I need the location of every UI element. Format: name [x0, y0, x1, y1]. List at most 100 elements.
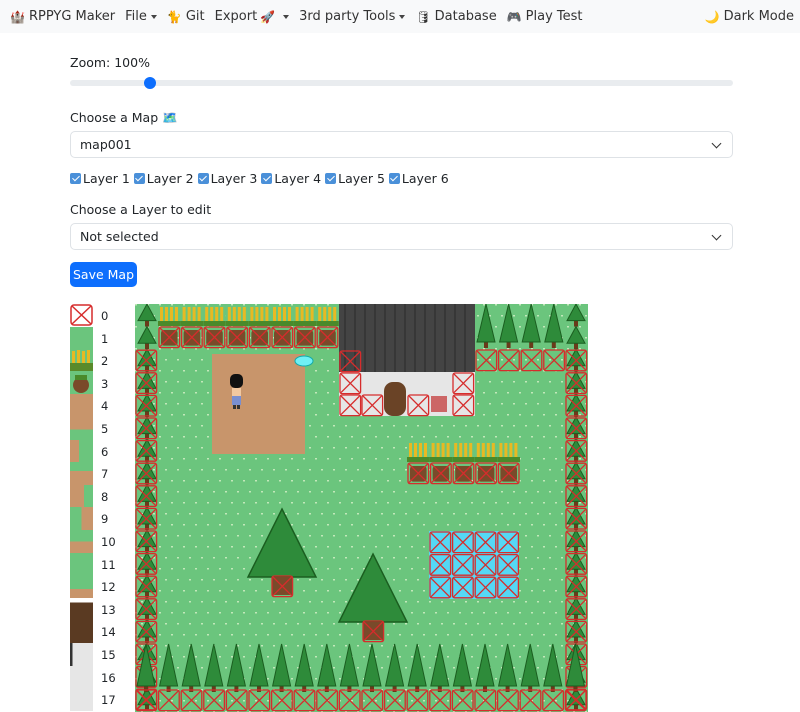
- git-link[interactable]: 🐈 Git: [167, 9, 205, 24]
- checkbox-icon[interactable]: [133, 173, 145, 184]
- crop: [509, 443, 513, 457]
- layer-select[interactable]: Not selected: [70, 223, 733, 250]
- palette-tile-9[interactable]: 9: [70, 507, 115, 530]
- crop: [464, 443, 468, 457]
- chevron-down-icon: [711, 138, 722, 149]
- layer-2-toggle[interactable]: Layer 2: [133, 171, 194, 186]
- palette-tile-16[interactable]: 16: [70, 665, 116, 689]
- tree: [137, 325, 157, 344]
- palette-tile-4[interactable]: 4: [70, 394, 115, 417]
- dark-mode-label: Dark Mode: [723, 9, 794, 24]
- palette-index: 2: [101, 354, 109, 369]
- tree: [137, 528, 157, 548]
- palette-tile-0[interactable]: 0: [70, 304, 115, 327]
- palette-tile-7[interactable]: 7: [70, 462, 115, 485]
- layer-select-label: Choose a Layer to edit: [70, 202, 212, 217]
- tile-swatch[interactable]: [70, 462, 93, 485]
- checkbox-icon[interactable]: [325, 173, 337, 184]
- layer-4-toggle[interactable]: Layer 4: [261, 171, 321, 186]
- palette-tile-13[interactable]: 13: [70, 597, 116, 621]
- tile-swatch[interactable]: [70, 665, 93, 689]
- palette-tile-5[interactable]: 5: [70, 416, 115, 440]
- file-menu-label: File: [125, 9, 147, 24]
- palette-tile-11[interactable]: 11: [70, 552, 116, 576]
- tile-swatch[interactable]: [70, 394, 93, 417]
- database-link[interactable]: 🛢 Database: [415, 9, 496, 24]
- tree: [544, 304, 564, 343]
- map-tiles[interactable]: [135, 304, 588, 712]
- checkbox-icon[interactable]: [261, 173, 273, 184]
- tile-swatch[interactable]: [70, 349, 93, 372]
- checkbox-icon[interactable]: [197, 173, 209, 184]
- tree: [566, 393, 586, 412]
- export-menu[interactable]: Export 🚀: [215, 9, 290, 24]
- tile-swatch[interactable]: [70, 575, 93, 598]
- crop: [328, 307, 332, 321]
- file-menu[interactable]: File: [125, 9, 157, 24]
- play-test-link[interactable]: 🎮 Play Test: [507, 9, 583, 24]
- git-label: Git: [185, 9, 205, 24]
- tile-swatch[interactable]: [70, 416, 93, 440]
- palette-index: 13: [101, 602, 116, 617]
- tile-swatch[interactable]: [70, 484, 93, 508]
- layer-6-toggle[interactable]: Layer 6: [388, 171, 449, 186]
- palette-tile-10[interactable]: 10: [70, 529, 116, 553]
- palette-tile-17[interactable]: 17: [70, 688, 116, 711]
- palette-index: 4: [101, 399, 109, 414]
- tile-swatch[interactable]: [70, 642, 93, 666]
- tree: [566, 415, 586, 435]
- tile-swatch[interactable]: [70, 326, 93, 350]
- rocket-icon: 🚀: [260, 9, 276, 24]
- checkbox-icon[interactable]: [388, 173, 400, 184]
- palette-tile-15[interactable]: 15: [70, 642, 116, 666]
- tile-swatch[interactable]: [70, 439, 93, 463]
- crop: [237, 307, 241, 321]
- save-map-button[interactable]: Save Map: [70, 262, 137, 287]
- checkbox-icon[interactable]: [70, 173, 81, 184]
- crop: [265, 307, 269, 321]
- tile-swatch[interactable]: [70, 304, 93, 327]
- tree: [226, 643, 247, 687]
- map-canvas[interactable]: [135, 304, 588, 712]
- third-party-label: 3rd party Tools: [299, 9, 396, 24]
- brand-link[interactable]: 🏰 RPPYG Maker: [10, 9, 115, 24]
- dark-mode-toggle[interactable]: 🌙 Dark Mode: [705, 9, 794, 24]
- crop: [227, 307, 231, 321]
- tree: [566, 574, 586, 593]
- palette-tile-6[interactable]: 6: [70, 439, 115, 463]
- zoom-slider-thumb[interactable]: [143, 77, 156, 89]
- palette-tile-3[interactable]: 3: [70, 371, 115, 395]
- chevron-down-icon: [283, 14, 290, 19]
- layer-1-toggle[interactable]: Layer 1: [70, 171, 130, 186]
- crop: [260, 307, 264, 321]
- tree: [317, 643, 337, 687]
- crop: [491, 443, 495, 457]
- tree: [137, 574, 157, 593]
- tile-swatch[interactable]: [70, 371, 93, 395]
- palette-tile-8[interactable]: 8: [70, 484, 115, 508]
- tile-swatch[interactable]: [70, 552, 93, 576]
- palette-tile-14[interactable]: 14: [70, 620, 116, 643]
- tile-swatch[interactable]: [70, 507, 93, 530]
- tree: [566, 619, 586, 638]
- crop: [424, 443, 427, 457]
- zoom-slider[interactable]: [70, 77, 733, 89]
- tile-swatch[interactable]: [70, 597, 93, 621]
- palette-tile-2[interactable]: 2: [70, 349, 115, 372]
- big-tree: [337, 552, 409, 623]
- house-door: [384, 382, 406, 416]
- tile-swatch[interactable]: [70, 688, 93, 711]
- palette-tile-12[interactable]: 12: [70, 575, 116, 598]
- layer-3-toggle[interactable]: Layer 3: [197, 171, 257, 186]
- tree: [137, 506, 157, 525]
- tree: [271, 643, 292, 687]
- tile-swatch[interactable]: [70, 620, 93, 643]
- third-party-menu[interactable]: 3rd party Tools: [299, 9, 406, 24]
- palette-tile-1[interactable]: 1: [70, 326, 115, 350]
- map-select[interactable]: map001: [70, 131, 733, 158]
- palette-index: 6: [101, 444, 109, 459]
- tile-swatch[interactable]: [70, 529, 93, 553]
- player-character: [232, 388, 241, 396]
- layer-5-toggle[interactable]: Layer 5: [325, 171, 385, 186]
- tree: [498, 304, 519, 343]
